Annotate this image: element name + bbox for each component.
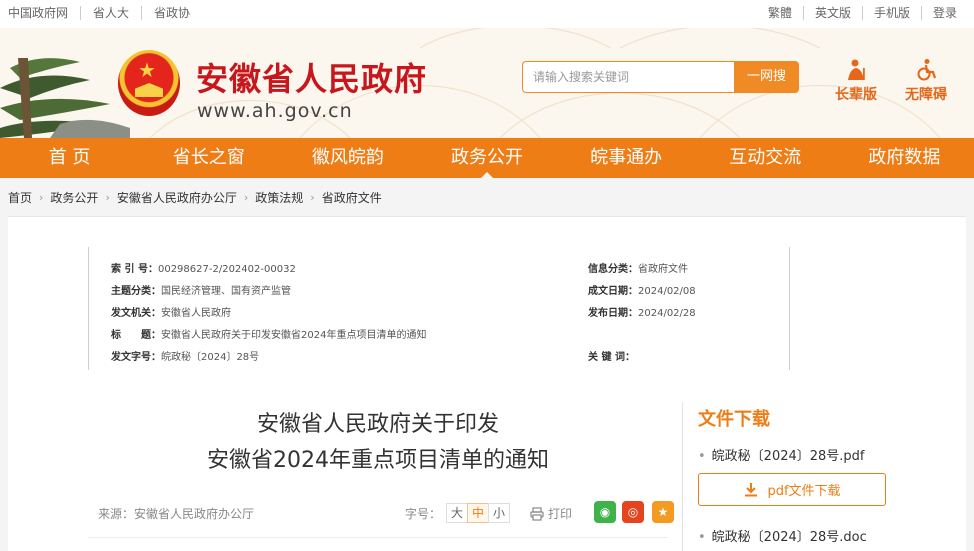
font-size-medium[interactable]: 中 xyxy=(467,503,490,523)
site-url: www.ah.gov.cn xyxy=(197,100,353,122)
top-utility-bar: 中国政府网 省人大 省政协 繁體 英文版 手机版 登录 xyxy=(0,0,974,28)
link-traditional-chinese[interactable]: 繁體 xyxy=(757,6,803,20)
font-size-large[interactable]: 大 xyxy=(446,503,469,523)
meta-created-date: 成文日期：2024/02/08 xyxy=(588,286,696,297)
sidebar-divider xyxy=(682,402,683,551)
top-right-links: 繁體 英文版 手机版 登录 xyxy=(757,6,968,20)
pdf-download-button[interactable]: pdf文件下载 xyxy=(698,473,886,506)
accessibility-button[interactable]: 无障碍 xyxy=(896,58,956,104)
breadcrumb-home[interactable]: 首页 xyxy=(8,189,32,206)
favorite-star-icon[interactable]: ★ xyxy=(652,501,674,523)
font-size-switcher: 字号： 大 中 小 xyxy=(405,503,511,523)
downloads-title: 文件下载 xyxy=(698,409,770,430)
printer-icon xyxy=(530,506,544,521)
link-gov-cn[interactable]: 中国政府网 xyxy=(8,6,80,20)
elder-mode-button[interactable]: 长辈版 xyxy=(826,58,886,104)
wechat-share-icon[interactable]: ◉ xyxy=(594,501,616,523)
link-cppcc[interactable]: 省政协 xyxy=(141,6,202,20)
chevron-right-icon: › xyxy=(39,190,44,204)
print-button[interactable]: 打印 xyxy=(530,505,572,522)
link-provincial-congress[interactable]: 省人大 xyxy=(80,6,141,20)
document-metadata-table: 索 引 号：00298627-2/202402-00032 信息分类：省政府文件… xyxy=(88,247,790,370)
nav-anhui-culture[interactable]: 徽风皖韵 xyxy=(278,138,417,178)
download-file-pdf[interactable]: 皖政秘〔2024〕28号.pdf xyxy=(698,445,865,464)
meta-doc-number: 发文字号：皖政秘〔2024〕28号 xyxy=(111,352,260,363)
search-input[interactable] xyxy=(522,61,734,93)
pdf-download-label: pdf文件下载 xyxy=(767,484,841,499)
print-label: 打印 xyxy=(548,507,573,521)
nav-governor-window[interactable]: 省长之窗 xyxy=(139,138,278,178)
nav-government-affairs[interactable]: 政务公开 xyxy=(417,138,556,178)
meta-info-category: 信息分类：省政府文件 xyxy=(588,264,688,275)
chevron-right-icon: › xyxy=(105,190,110,204)
top-left-links: 中国政府网 省人大 省政协 xyxy=(8,6,202,20)
chevron-right-icon: › xyxy=(243,190,249,204)
search-bar: 一网搜 xyxy=(522,61,799,93)
meta-published-date: 发布日期：2024/02/28 xyxy=(588,308,696,319)
main-nav: 首 页 省长之窗 徽风皖韵 政务公开 皖事通办 互动交流 政府数据 xyxy=(0,138,974,178)
meta-title: 标 题：安徽省人民政府关于印发安徽省2024年重点项目清单的通知 xyxy=(111,330,427,341)
nav-interaction[interactable]: 互动交流 xyxy=(696,138,835,178)
divider xyxy=(88,537,668,538)
nav-services[interactable]: 皖事通办 xyxy=(557,138,696,178)
site-title: 安徽省人民政府 xyxy=(196,60,428,98)
breadcrumb-provincial-documents[interactable]: 省政府文件 xyxy=(322,189,382,206)
document-toolbar: 来源：安徽省人民政府办公厅 字号： 大 中 小 打印 ◉ ◎ ★ xyxy=(98,501,680,524)
meta-issuer: 发文机关：安徽省人民政府 xyxy=(111,308,231,319)
breadcrumb-policies[interactable]: 政策法规 xyxy=(255,189,303,206)
content-panel: 索 引 号：00298627-2/202402-00032 信息分类：省政府文件… xyxy=(8,216,966,551)
download-file-doc[interactable]: 皖政秘〔2024〕28号.doc xyxy=(698,526,867,545)
weibo-share-icon[interactable]: ◎ xyxy=(622,501,644,523)
link-english[interactable]: 英文版 xyxy=(802,6,862,20)
document-title: 安徽省人民政府关于印发 安徽省2024年重点项目清单的通知 xyxy=(128,407,628,479)
nav-home[interactable]: 首 页 xyxy=(0,138,139,178)
meta-topic: 主题分类：国民经济管理、国有资产监管 xyxy=(111,286,291,297)
chevron-right-icon: › xyxy=(310,190,315,204)
nav-government-data[interactable]: 政府数据 xyxy=(835,138,974,178)
font-size-small[interactable]: 小 xyxy=(488,503,511,523)
font-size-label: 字号： xyxy=(405,506,442,521)
elder-mode-label: 长辈版 xyxy=(835,87,877,103)
site-header: ★ 安徽省人民政府 www.ah.gov.cn 一网搜 长辈版 无障碍 xyxy=(0,28,974,138)
search-button[interactable]: 一网搜 xyxy=(734,61,799,93)
document-source: 来源：安徽省人民政府办公厅 xyxy=(98,507,255,521)
breadcrumb-general-office[interactable]: 安徽省人民政府办公厅 xyxy=(117,189,237,206)
meta-index: 索 引 号：00298627-2/202402-00032 xyxy=(111,264,296,275)
link-login[interactable]: 登录 xyxy=(920,6,968,20)
link-mobile[interactable]: 手机版 xyxy=(861,6,921,20)
breadcrumb: 首页 › 政务公开 › 安徽省人民政府办公厅 › 政策法规 › 省政府文件 xyxy=(0,178,974,216)
document-title-line-1: 安徽省人民政府关于印发 xyxy=(256,412,499,437)
meta-keywords: 关 键 词： xyxy=(588,352,635,363)
breadcrumb-government-affairs[interactable]: 政务公开 xyxy=(50,189,98,206)
national-emblem-icon: ★ xyxy=(118,50,180,116)
pine-tree-art xyxy=(0,58,130,138)
accessibility-label: 无障碍 xyxy=(905,87,947,103)
document-title-line-2: 安徽省2024年重点项目清单的通知 xyxy=(207,448,549,473)
wheelchair-icon xyxy=(917,59,937,81)
download-icon xyxy=(745,482,758,496)
elder-person-icon xyxy=(848,59,865,80)
